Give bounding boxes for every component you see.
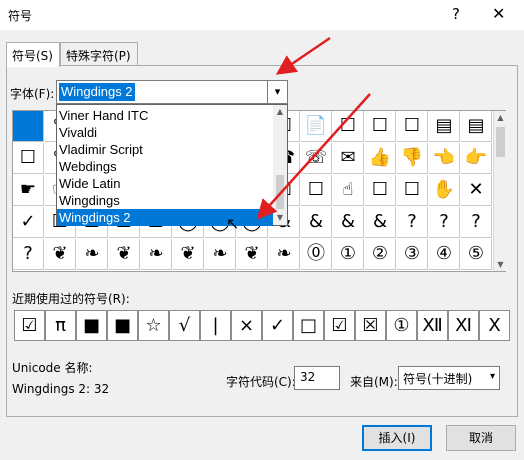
symbol-cell[interactable]: ? [397, 207, 428, 238]
recent-symbol[interactable]: ☑ [324, 310, 355, 341]
insert-button[interactable]: 插入(I) [362, 425, 432, 451]
scroll-down-icon[interactable]: ▼ [494, 258, 507, 271]
char-code-label: 字符代码(C): [226, 375, 296, 389]
recent-symbol[interactable]: ☑ [14, 310, 45, 341]
symbol-cell[interactable]: ▤ [429, 111, 460, 142]
recent-symbol[interactable]: π [45, 310, 76, 341]
scroll-thumb[interactable] [276, 175, 284, 209]
symbol-cell[interactable]: ☐ [365, 111, 396, 142]
font-option-selected[interactable]: Wingdings 2 [57, 209, 273, 226]
tab-symbols[interactable]: 符号(S) [6, 42, 60, 67]
symbol-cell[interactable]: ⑤ [461, 239, 492, 270]
chevron-down-icon[interactable]: ▾ [267, 81, 287, 103]
symbol-cell[interactable]: ✋ [429, 175, 460, 206]
symbol-cell[interactable]: ✓ [13, 207, 44, 238]
recent-symbol[interactable]: ■ [76, 310, 107, 341]
symbol-cell[interactable]: & [365, 207, 396, 238]
unicode-name-label: Unicode 名称: [12, 361, 93, 375]
symbol-cell[interactable]: 👉 [461, 143, 492, 174]
help-button[interactable]: ? [452, 5, 460, 23]
symbol-cell[interactable]: ☐ [365, 175, 396, 206]
font-option[interactable]: Wide Latin [57, 175, 273, 192]
symbol-cell[interactable]: ③ [397, 239, 428, 270]
symbol-cell[interactable]: ❧ [205, 239, 236, 270]
font-option[interactable]: Viner Hand ITC [57, 107, 273, 124]
from-label: 来自(M): [350, 375, 398, 389]
recent-symbol[interactable]: ☆ [138, 310, 169, 341]
title-bar: 符号 ? ✕ [0, 0, 524, 30]
from-select[interactable]: 符号(十进制) ▾ [398, 366, 500, 390]
recent-symbol[interactable]: ✓ [262, 310, 293, 341]
chevron-down-icon[interactable]: ▾ [490, 371, 495, 382]
scroll-up-icon[interactable]: ▲ [494, 111, 507, 124]
symbol-cell[interactable]: ❦ [237, 239, 268, 270]
symbol-cell[interactable]: ✕ [461, 175, 492, 206]
symbol-cell[interactable]: ☏ [301, 143, 332, 174]
symbol-cell[interactable]: ☐ [333, 111, 364, 142]
symbol-cell[interactable]: ? [461, 207, 492, 238]
symbol-cell[interactable]: ☐ [397, 175, 428, 206]
recent-symbol[interactable]: Ⅹ [479, 310, 510, 341]
symbol-cell[interactable]: ❧ [269, 239, 300, 270]
recent-symbol[interactable]: Ⅻ [417, 310, 448, 341]
symbol-cell[interactable]: ① [333, 239, 364, 270]
symbol-cell[interactable]: ❦ [173, 239, 204, 270]
recent-symbol[interactable]: √ [169, 310, 200, 341]
recent-symbols-label: 近期使用过的符号(R): [12, 292, 130, 306]
font-dropdown-list[interactable]: Viner Hand ITC Vivaldi Vladimir Script W… [56, 104, 288, 226]
symbol-cell[interactable]: ✉ [333, 143, 364, 174]
font-option[interactable]: Webdings [57, 158, 273, 175]
symbol-cell[interactable]: 👈 [429, 143, 460, 174]
font-option[interactable]: Wingdings [57, 192, 273, 209]
symbol-cell[interactable]: 📄 [301, 111, 332, 142]
cancel-button[interactable]: 取消 [446, 425, 516, 451]
font-option[interactable]: Vladimir Script [57, 141, 273, 158]
symbol-cell[interactable]: ? [13, 239, 44, 270]
scroll-up-icon[interactable]: ▲ [273, 105, 287, 119]
symbol-cell[interactable] [13, 111, 44, 142]
font-combobox-value[interactable]: Wingdings 2 [59, 83, 135, 101]
mouse-pointer-icon: ↖ [226, 214, 240, 233]
from-select-value: 符号(十进制) [403, 372, 473, 386]
symbol-cell[interactable]: ❧ [141, 239, 172, 270]
recent-symbol[interactable]: □ [293, 310, 324, 341]
symbol-cell[interactable]: & [333, 207, 364, 238]
symbol-cell[interactable]: ☝ [333, 175, 364, 206]
scroll-down-icon[interactable]: ▼ [273, 211, 287, 225]
recent-symbol[interactable]: Ⅺ [448, 310, 479, 341]
font-label: 字体(F): [10, 87, 55, 101]
char-code-input[interactable]: 32 [294, 366, 340, 390]
symbol-cell[interactable]: ❦ [45, 239, 76, 270]
symbol-cell[interactable]: ❧ [77, 239, 108, 270]
symbol-cell[interactable]: & [301, 207, 332, 238]
symbol-cell[interactable]: ④ [429, 239, 460, 270]
font-combobox[interactable]: Wingdings 2 ▾ [56, 80, 288, 104]
recent-symbol[interactable]: ① [386, 310, 417, 341]
symbol-cell[interactable]: ② [365, 239, 396, 270]
symbol-cell[interactable]: 👍 [365, 143, 396, 174]
symbol-cell[interactable]: ☛ [13, 175, 44, 206]
font-dropdown-scrollbar[interactable]: ▲ ▼ [273, 105, 287, 225]
recent-symbol[interactable]: ☒ [355, 310, 386, 341]
tab-special-characters[interactable]: 特殊字符(P) [60, 42, 138, 66]
symbol-cell[interactable]: ⓪ [301, 239, 332, 270]
symbol-cell[interactable]: ☐ [301, 175, 332, 206]
symbol-grid-scrollbar[interactable]: ▲ ▼ [493, 111, 506, 271]
scroll-thumb[interactable] [496, 127, 505, 157]
recent-symbol[interactable]: × [231, 310, 262, 341]
symbol-cell[interactable]: ? [429, 207, 460, 238]
symbol-cell[interactable]: 👎 [397, 143, 428, 174]
symbol-cell[interactable]: ❦ [109, 239, 140, 270]
recent-symbol[interactable]: ■ [107, 310, 138, 341]
symbol-cell[interactable]: ☐ [397, 111, 428, 142]
window-title: 符号 [8, 9, 33, 23]
close-button[interactable]: ✕ [492, 4, 505, 23]
symbol-cell[interactable]: ▤ [461, 111, 492, 142]
recent-symbol[interactable]: | [200, 310, 231, 341]
unicode-name-value: Wingdings 2: 32 [12, 382, 110, 396]
symbol-cell[interactable]: ☐ [13, 143, 44, 174]
font-option[interactable]: Vivaldi [57, 124, 273, 141]
